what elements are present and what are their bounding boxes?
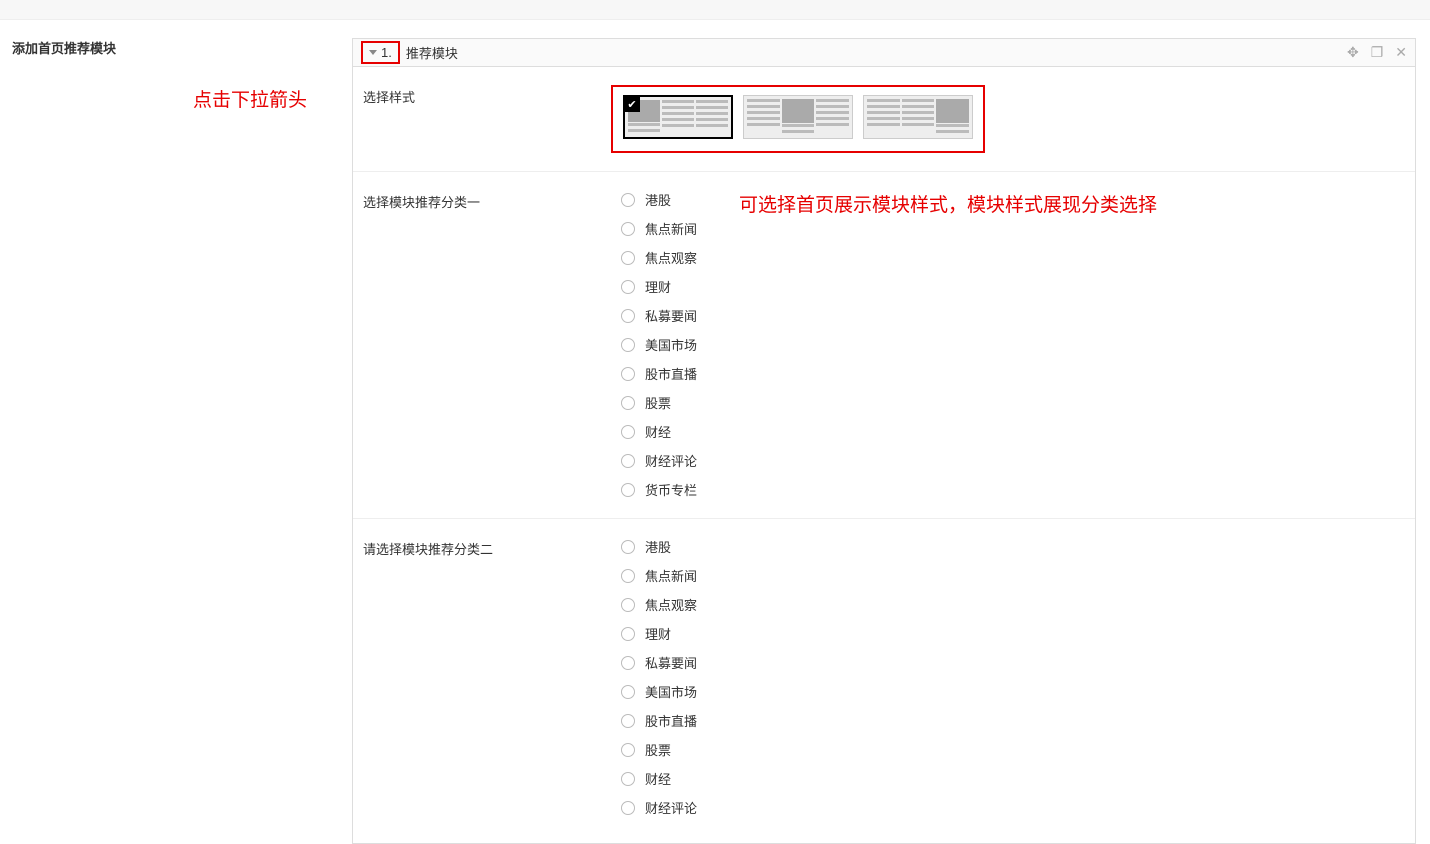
radio-item[interactable]: 股市直播 — [621, 364, 1403, 383]
radio-label: 焦点观察 — [645, 595, 697, 614]
radio-item[interactable]: 焦点观察 — [621, 248, 1403, 267]
style-option-2[interactable] — [743, 95, 853, 139]
category2-list[interactable]: 港股 焦点新闻 焦点观察 理财 私募要闻 美国市场 股市直播 股票 财经 财经评… — [621, 537, 1403, 825]
radio-label: 股票 — [645, 393, 671, 412]
category1-label: 选择模块推荐分类一 — [363, 190, 621, 500]
style-section-body: ✔ — [621, 85, 1405, 153]
radio-item[interactable]: 财经评论 — [621, 451, 1403, 470]
radio-icon — [621, 772, 635, 786]
radio-icon — [621, 801, 635, 815]
style-section-label: 选择样式 — [363, 85, 621, 153]
category1-list[interactable]: 港股 焦点新闻 焦点观察 理财 私募要闻 美国市场 股市直播 股票 财经 财经评… — [621, 190, 1403, 500]
radio-icon — [621, 540, 635, 554]
radio-icon — [621, 396, 635, 410]
radio-item[interactable]: 焦点新闻 — [621, 566, 1403, 585]
chevron-down-icon — [369, 50, 377, 55]
radio-item[interactable]: 私募要闻 — [621, 653, 1403, 672]
category2-body: 港股 焦点新闻 焦点观察 理财 私募要闻 美国市场 股市直播 股票 财经 财经评… — [621, 537, 1405, 825]
category2-section: 请选择模块推荐分类二 港股 焦点新闻 焦点观察 理财 私募要闻 美国市场 股市直… — [353, 519, 1415, 843]
module-panel: 1. 推荐模块 ✥ ❐ ✕ 选择样式 ✔ — [352, 38, 1416, 844]
radio-label: 理财 — [645, 277, 671, 296]
copy-icon[interactable]: ❐ — [1371, 44, 1384, 61]
annotation-styles-hint: 可选择首页展示模块样式，模块样式展现分类选择 — [739, 190, 1157, 217]
style-options-container: ✔ — [611, 85, 985, 153]
radio-label: 货币专栏 — [645, 480, 697, 499]
radio-label: 私募要闻 — [645, 653, 697, 672]
style-option-3[interactable] — [863, 95, 973, 139]
right-column: 1. 推荐模块 ✥ ❐ ✕ 选择样式 ✔ — [352, 38, 1430, 844]
panel-title: 推荐模块 — [406, 43, 458, 62]
radio-icon — [621, 743, 635, 757]
radio-item[interactable]: 理财 — [621, 277, 1403, 296]
main-content: 添加首页推荐模块 点击下拉箭头 1. 推荐模块 ✥ ❐ ✕ 选择样式 — [0, 20, 1430, 844]
radio-item[interactable]: 股票 — [621, 393, 1403, 412]
radio-item[interactable]: 财经 — [621, 422, 1403, 441]
radio-label: 私募要闻 — [645, 306, 697, 325]
move-icon[interactable]: ✥ — [1347, 44, 1359, 61]
radio-label: 焦点新闻 — [645, 566, 697, 585]
radio-icon — [621, 627, 635, 641]
radio-icon — [621, 569, 635, 583]
radio-item[interactable]: 焦点观察 — [621, 595, 1403, 614]
panel-header: 1. 推荐模块 ✥ ❐ ✕ — [353, 39, 1415, 67]
radio-label: 理财 — [645, 624, 671, 643]
panel-number: 1. — [381, 45, 392, 60]
category1-section: 选择模块推荐分类一 可选择首页展示模块样式，模块样式展现分类选择 港股 焦点新闻… — [353, 172, 1415, 519]
radio-icon — [621, 280, 635, 294]
top-bar — [0, 0, 1430, 20]
radio-icon — [621, 309, 635, 323]
radio-icon — [621, 338, 635, 352]
radio-item[interactable]: 理财 — [621, 624, 1403, 643]
radio-label: 股市直播 — [645, 711, 697, 730]
page-title: 添加首页推荐模块 — [8, 38, 344, 57]
radio-item[interactable]: 股票 — [621, 740, 1403, 759]
radio-item[interactable]: 私募要闻 — [621, 306, 1403, 325]
radio-item[interactable]: 财经 — [621, 769, 1403, 788]
radio-label: 财经评论 — [645, 451, 697, 470]
radio-label: 焦点新闻 — [645, 219, 697, 238]
radio-label: 美国市场 — [645, 682, 697, 701]
radio-icon — [621, 222, 635, 236]
radio-item[interactable]: 财经评论 — [621, 798, 1403, 817]
radio-label: 财经评论 — [645, 798, 697, 817]
category1-body: 可选择首页展示模块样式，模块样式展现分类选择 港股 焦点新闻 焦点观察 理财 私… — [621, 190, 1405, 500]
radio-item[interactable]: 股市直播 — [621, 711, 1403, 730]
radio-icon — [621, 685, 635, 699]
radio-icon — [621, 598, 635, 612]
radio-item[interactable]: 焦点新闻 — [621, 219, 1403, 238]
check-icon: ✔ — [624, 96, 640, 112]
radio-item[interactable]: 港股 — [621, 537, 1403, 556]
radio-label: 股票 — [645, 740, 671, 759]
annotation-dropdown-hint: 点击下拉箭头 — [193, 85, 344, 112]
radio-item[interactable]: 货币专栏 — [621, 480, 1403, 499]
radio-icon — [621, 483, 635, 497]
radio-icon — [621, 367, 635, 381]
category2-label: 请选择模块推荐分类二 — [363, 537, 621, 825]
style-option-1[interactable]: ✔ — [623, 95, 733, 139]
radio-item[interactable]: 美国市场 — [621, 335, 1403, 354]
collapse-toggle[interactable]: 1. — [361, 41, 400, 64]
radio-label: 财经 — [645, 422, 671, 441]
radio-label: 港股 — [645, 190, 671, 209]
radio-icon — [621, 714, 635, 728]
panel-actions: ✥ ❐ ✕ — [1347, 44, 1407, 61]
radio-label: 美国市场 — [645, 335, 697, 354]
radio-icon — [621, 454, 635, 468]
radio-icon — [621, 193, 635, 207]
radio-label: 焦点观察 — [645, 248, 697, 267]
left-column: 添加首页推荐模块 点击下拉箭头 — [0, 38, 352, 844]
radio-icon — [621, 656, 635, 670]
radio-label: 财经 — [645, 769, 671, 788]
radio-icon — [621, 425, 635, 439]
radio-label: 港股 — [645, 537, 671, 556]
style-section: 选择样式 ✔ — [353, 67, 1415, 172]
radio-item[interactable]: 美国市场 — [621, 682, 1403, 701]
radio-icon — [621, 251, 635, 265]
radio-label: 股市直播 — [645, 364, 697, 383]
close-icon[interactable]: ✕ — [1395, 44, 1407, 61]
